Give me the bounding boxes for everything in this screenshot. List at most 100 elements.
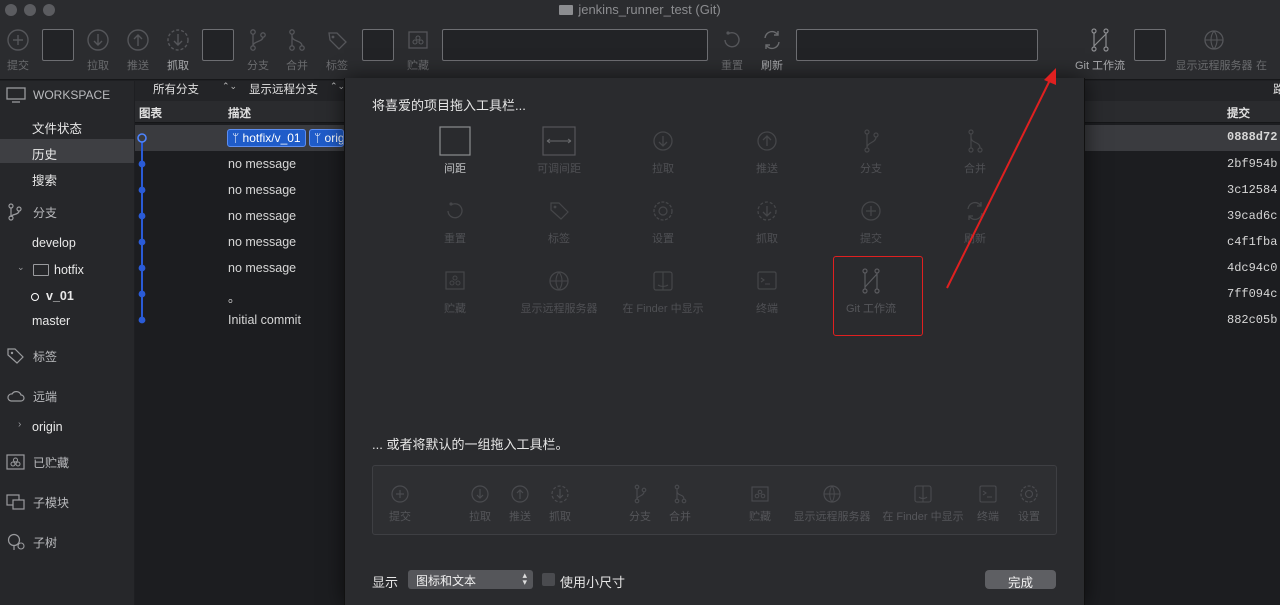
palette-item-flexible-space[interactable]: 可调间距 [507, 126, 611, 176]
commit-message: no message [228, 157, 297, 171]
palette-item-tag[interactable]: 标签 [507, 196, 611, 246]
tree-icon [7, 533, 25, 550]
toolbar-commit-button[interactable]: 提交 [0, 26, 44, 73]
sidebar-branches-header[interactable]: 分支 [6, 203, 57, 221]
column-graph-header[interactable]: 图表 [139, 105, 162, 121]
sidebar-item-remote-origin[interactable]: origin [32, 420, 63, 434]
stash-icon [6, 454, 25, 470]
sidebar-submodules-header[interactable]: 子模块 [6, 493, 69, 511]
branch-icon [243, 26, 273, 54]
push-icon [511, 485, 529, 503]
column-commit-header[interactable]: 提交 [1227, 105, 1250, 121]
palette-item-fetch[interactable]: 抓取 [715, 196, 819, 246]
palette-item-terminal[interactable]: 终端 [715, 266, 819, 316]
palette-item-settings[interactable]: 设置 [611, 196, 715, 246]
merge-icon [282, 26, 312, 54]
commit-message: Initial commit [228, 313, 301, 327]
branch-filter-select[interactable]: 所有分支 [153, 81, 199, 97]
sidebar-item-file-status[interactable]: 文件状态 [32, 118, 82, 137]
graph-node-head [137, 133, 147, 143]
palette-item-show-in-finder[interactable]: 在 Finder 中显示 [611, 266, 715, 316]
remote-filter-chevron-icon[interactable]: ⌃⌄ [330, 81, 345, 92]
toolbar-placeholder-slot [42, 29, 74, 61]
sidebar-stashes-header[interactable]: 已贮藏 [6, 453, 69, 471]
commit-icon [391, 485, 409, 503]
merge-icon [674, 484, 687, 504]
branch-filter-chevron-icon[interactable]: ⌃⌄ [222, 81, 237, 92]
sidebar-workspace-header: WORKSPACE [6, 86, 110, 104]
globe-icon [823, 485, 841, 503]
default-item-commit: 提交 [384, 484, 416, 524]
tag-icon [7, 348, 24, 364]
remote-filter-select[interactable]: 显示远程分支 [249, 81, 318, 97]
sidebar-item-branch-hotfix[interactable]: hotfix [54, 263, 84, 277]
stash-icon [751, 486, 769, 502]
branch-icon [8, 203, 22, 221]
monitor-icon [6, 87, 26, 103]
toolbar-placeholder-slot [442, 29, 708, 61]
sidebar-item-search[interactable]: 搜索 [32, 170, 57, 189]
toolbar-fetch-button[interactable]: 抓取 [152, 26, 204, 73]
fetch-icon [163, 26, 193, 54]
graph-node [138, 212, 146, 220]
terminal-icon [750, 266, 784, 296]
commit-message: no message [228, 261, 297, 275]
commit-hash: 882c05b [1227, 313, 1278, 327]
branch-tag-origin[interactable]: ᛘ origin [309, 129, 344, 147]
finder-icon [646, 266, 680, 296]
commit-graph [137, 133, 147, 324]
palette-item-reset[interactable]: 重置 [403, 196, 507, 246]
toolbar-truncated-button[interactable]: 在 [1256, 26, 1280, 73]
push-icon [750, 126, 784, 156]
sidebar-subtrees-header[interactable]: 子树 [6, 533, 57, 551]
toolbar-tag-button[interactable]: 标签 [311, 26, 363, 73]
finder-icon [914, 485, 932, 503]
palette-item-commit[interactable]: 提交 [819, 196, 923, 246]
commit-hash: 4dc94c0 [1227, 261, 1278, 275]
chevron-updown-icon: ▴ ▾ [522, 570, 527, 587]
sidebar-item-branch-master[interactable]: master [32, 314, 70, 328]
commit-hash: 39cad6c [1227, 209, 1278, 223]
default-item-show-in-finder: 在 Finder 中显示 [878, 484, 968, 524]
current-branch-icon [31, 293, 39, 301]
branch-tag-hotfix[interactable]: ᛘ hotfix/v_01 [227, 129, 306, 147]
chevron-down-icon[interactable]: ⌄ [17, 262, 25, 273]
done-button[interactable]: 完成 [985, 570, 1056, 590]
default-item-settings: 设置 [1013, 484, 1045, 524]
toolbar-show-remote-button[interactable]: 显示远程服务器 [1170, 26, 1258, 73]
graph-node [138, 290, 146, 298]
sidebar-item-branch-develop[interactable]: develop [32, 236, 76, 250]
palette-item-pull[interactable]: 拉取 [611, 126, 715, 176]
finder-icon [1256, 26, 1280, 54]
default-set-heading: ... 或者将默认的一组拖入工具栏。 [372, 437, 569, 452]
palette-item-branch[interactable]: 分支 [819, 126, 923, 176]
sidebar-remotes-header[interactable]: 远端 [6, 387, 57, 405]
push-icon [123, 26, 153, 54]
column-description-header[interactable]: 描述 [228, 105, 251, 121]
toolbar-stash-button[interactable]: 贮藏 [392, 26, 444, 73]
space-icon [438, 126, 472, 156]
show-mode-label: 显示 [372, 575, 399, 590]
palette-item-push[interactable]: 推送 [715, 126, 819, 176]
default-item-show-remote: 显示远程服务器 [790, 484, 874, 524]
sidebar-item-history[interactable]: 历史 [32, 144, 57, 163]
graph-node [138, 264, 146, 272]
small-size-checkbox[interactable] [542, 573, 555, 586]
palette-item-space[interactable]: 间距 [403, 126, 507, 176]
palette-item-show-remote[interactable]: 显示远程服务器 [507, 266, 611, 316]
default-item-pull: 拉取 [464, 484, 496, 524]
toolbar-git-flow-button[interactable]: Git 工作流 [1066, 26, 1134, 73]
folder-icon [33, 264, 49, 276]
stash-icon [403, 26, 433, 54]
sidebar-tags-header[interactable]: 标签 [6, 347, 57, 365]
gear-icon [646, 196, 680, 226]
sidebar-item-branch-v01[interactable]: v_01 [46, 289, 74, 303]
toolbar-placeholder-slot [202, 29, 234, 61]
chevron-right-icon[interactable]: › [18, 419, 21, 430]
annotation-highlight-box [833, 256, 923, 336]
palette-item-stash[interactable]: 贮藏 [403, 266, 507, 316]
small-size-label[interactable]: 使用小尺寸 [560, 572, 625, 591]
show-mode-select[interactable]: 图标和文本 ▴ ▾ [408, 570, 533, 589]
toolbar-refresh-button[interactable]: 刷新 [746, 26, 798, 73]
default-item-branch: 分支 [624, 484, 656, 524]
